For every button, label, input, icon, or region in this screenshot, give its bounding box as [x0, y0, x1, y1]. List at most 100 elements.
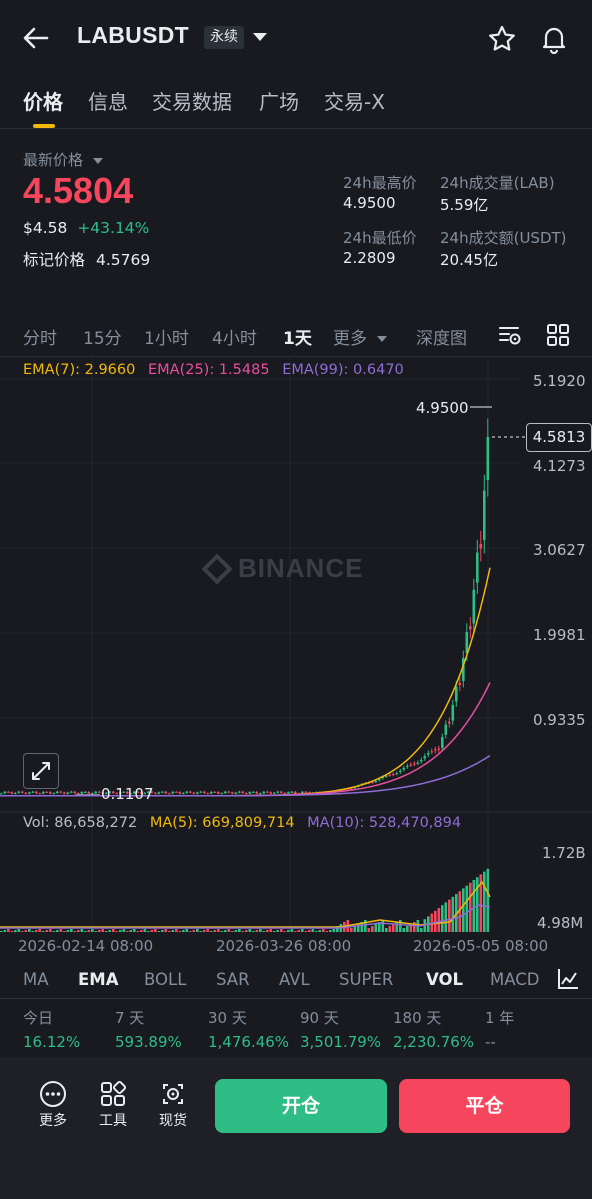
candle-body	[84, 791, 87, 793]
volume-bar	[87, 930, 91, 932]
open-position-button[interactable]: 开仓	[215, 1079, 387, 1133]
high-value: 4.9500	[343, 194, 396, 212]
candle-body	[479, 544, 483, 549]
candle-body	[472, 589, 476, 624]
high-label: 24h最高价	[343, 174, 417, 192]
symbol-title[interactable]: LABUSDT	[77, 22, 189, 49]
indicator-ema[interactable]: EMA	[78, 970, 118, 989]
timeframe-line[interactable]: 分时	[23, 324, 57, 349]
perf-label-today: 今日	[23, 1009, 54, 1027]
depth-chart-tab[interactable]: 深度图	[416, 324, 467, 349]
spot-button[interactable]: 现货	[148, 1080, 198, 1134]
volume-bar	[297, 930, 301, 932]
tab-trading-data[interactable]: 交易数据	[152, 86, 232, 115]
date-label-3: 2026-05-05 08:00	[413, 937, 549, 955]
grid-layout-icon[interactable]	[546, 323, 570, 347]
candle-body	[66, 792, 70, 794]
volume-bar	[63, 931, 66, 932]
candle-body	[161, 791, 164, 793]
volume-bar	[402, 928, 406, 932]
volume-bar	[28, 929, 31, 932]
tab-info[interactable]: 信息	[88, 86, 128, 115]
volume-quote-value: 20.45亿	[440, 251, 498, 269]
indicator-ma[interactable]: MA	[23, 970, 49, 989]
candle-body	[444, 724, 448, 735]
timeframe-more[interactable]: 更多	[333, 324, 388, 349]
more-button[interactable]: 更多	[28, 1080, 78, 1134]
volume-bar	[287, 930, 290, 932]
y-tick-1: 5.1920	[533, 372, 586, 390]
expand-chart-button[interactable]	[23, 753, 59, 789]
volume-bar	[143, 929, 147, 932]
candle-body	[294, 791, 297, 794]
candle-body	[238, 791, 241, 793]
volume-bar	[136, 931, 140, 932]
candle-body	[455, 686, 458, 702]
tab-trade-x[interactable]: 交易-X	[324, 86, 385, 115]
candle-body	[157, 792, 161, 794]
date-label-1: 2026-02-14 08:00	[18, 937, 154, 955]
candle-body	[283, 792, 287, 794]
candle-body	[94, 791, 98, 794]
latest-price-label[interactable]: 最新价格	[23, 149, 103, 170]
back-arrow-icon[interactable]	[22, 24, 50, 52]
tools-button[interactable]: 工具	[88, 1080, 138, 1134]
indicator-sar[interactable]: SAR	[216, 970, 250, 989]
candle-body	[269, 792, 273, 794]
timeframe-1d[interactable]: 1天	[283, 324, 312, 349]
volume-bar	[451, 896, 455, 932]
timeframe-1h[interactable]: 1小时	[144, 324, 189, 349]
last-price-tag: 4.5813	[526, 423, 592, 452]
candle-body	[252, 791, 255, 793]
usd-price-row: $4.58 +43.14%	[23, 219, 149, 237]
candle-body	[451, 704, 455, 721]
candle-body	[469, 626, 472, 630]
volume-bar	[367, 928, 371, 932]
candle-body	[476, 552, 479, 583]
volume-bar	[472, 880, 476, 932]
tab-price[interactable]: 价格	[23, 86, 63, 115]
candle-body	[10, 792, 14, 794]
y-tick-2: 4.1273	[533, 457, 586, 475]
vol-tick-1: 1.72B	[542, 844, 586, 862]
volume-bar	[45, 930, 49, 932]
chart-settings-icon[interactable]	[497, 322, 523, 348]
candle-body	[178, 792, 182, 794]
indicator-vol[interactable]: VOL	[426, 970, 463, 989]
timeframe-15m[interactable]: 15分	[83, 324, 122, 349]
volume-bar	[448, 899, 451, 932]
candle-body	[273, 792, 276, 794]
candle-body	[49, 792, 52, 794]
volume-bar	[483, 871, 486, 932]
indicator-line-chart-icon[interactable]	[556, 967, 580, 991]
indicator-super[interactable]: SUPER	[339, 970, 393, 989]
timeframe-more-label: 更多	[333, 329, 367, 349]
chevron-down-icon[interactable]	[253, 33, 267, 41]
caret-down-icon	[377, 336, 388, 342]
close-position-button[interactable]: 平仓	[399, 1079, 570, 1133]
candle-body	[420, 759, 423, 762]
indicator-macd[interactable]: MACD	[490, 970, 539, 989]
volume-base-label: 24h成交量(LAB)	[440, 174, 555, 192]
candle-body	[483, 490, 486, 540]
bell-icon[interactable]	[540, 24, 568, 55]
volume-bar	[35, 930, 38, 932]
indicator-boll[interactable]: BOLL	[144, 970, 186, 989]
volume-bar	[486, 868, 490, 932]
indicator-avl[interactable]: AVL	[279, 970, 310, 989]
candlestick-chart[interactable]	[0, 357, 592, 935]
candle-body	[392, 774, 395, 776]
volume-bar	[196, 929, 199, 932]
volume-bar	[164, 929, 168, 932]
tab-square[interactable]: 广场	[259, 86, 299, 115]
perf-label-180d: 180 天	[393, 1009, 442, 1027]
volume-bar	[154, 929, 157, 932]
candle-body	[80, 791, 84, 794]
ema7-line	[0, 567, 491, 797]
volume-bar	[332, 929, 336, 932]
timeframe-4h[interactable]: 4小时	[212, 324, 257, 349]
contract-type-badge: 永续	[204, 26, 244, 49]
star-icon[interactable]	[487, 24, 517, 54]
volume-bar	[84, 931, 87, 932]
volume-bar	[227, 929, 231, 932]
